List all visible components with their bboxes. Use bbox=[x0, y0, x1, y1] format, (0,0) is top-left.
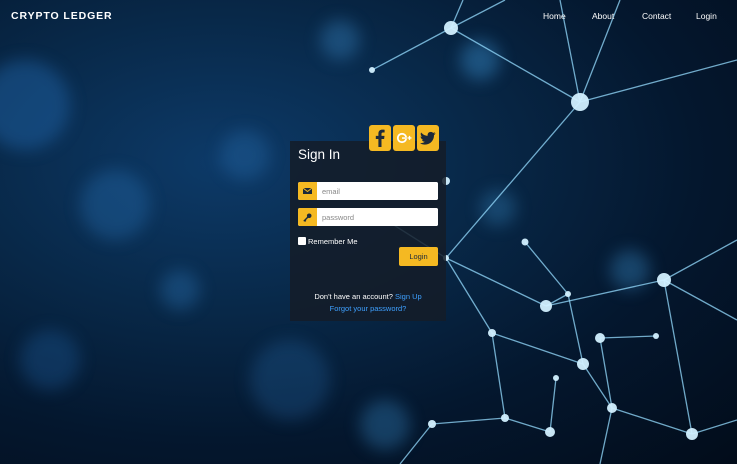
nav-login[interactable]: Login bbox=[696, 11, 717, 21]
password-field bbox=[298, 208, 438, 226]
brand-logo[interactable]: CRYPTO LEDGER bbox=[11, 10, 113, 22]
google-plus-login-button[interactable] bbox=[393, 125, 415, 151]
email-input[interactable] bbox=[317, 182, 438, 200]
top-navbar: CRYPTO LEDGER Home About Contact Login bbox=[0, 0, 737, 34]
signup-prompt: Don't have an account? bbox=[314, 292, 393, 301]
remember-me-label: Remember Me bbox=[308, 237, 358, 246]
google-plus-icon bbox=[396, 132, 412, 144]
email-field bbox=[298, 182, 438, 200]
envelope-icon bbox=[298, 182, 317, 200]
nav-home[interactable]: Home bbox=[543, 11, 566, 21]
forgot-password-link[interactable]: Forgot your password? bbox=[290, 304, 446, 313]
signup-row: Don't have an account? Sign Up bbox=[290, 292, 446, 301]
signin-card: Sign In Remember Me Login Don't have an … bbox=[290, 125, 446, 321]
nav-about[interactable]: About bbox=[592, 11, 614, 21]
login-button[interactable]: Login bbox=[399, 247, 438, 266]
signup-link[interactable]: Sign Up bbox=[395, 292, 422, 301]
nav-contact[interactable]: Contact bbox=[642, 11, 671, 21]
signin-title: Sign In bbox=[298, 147, 341, 162]
twitter-login-button[interactable] bbox=[417, 125, 439, 151]
facebook-icon bbox=[375, 129, 385, 147]
password-input[interactable] bbox=[317, 208, 438, 226]
facebook-login-button[interactable] bbox=[369, 125, 391, 151]
remember-me-checkbox[interactable] bbox=[298, 237, 306, 245]
twitter-icon bbox=[420, 131, 436, 145]
key-icon bbox=[298, 208, 317, 226]
